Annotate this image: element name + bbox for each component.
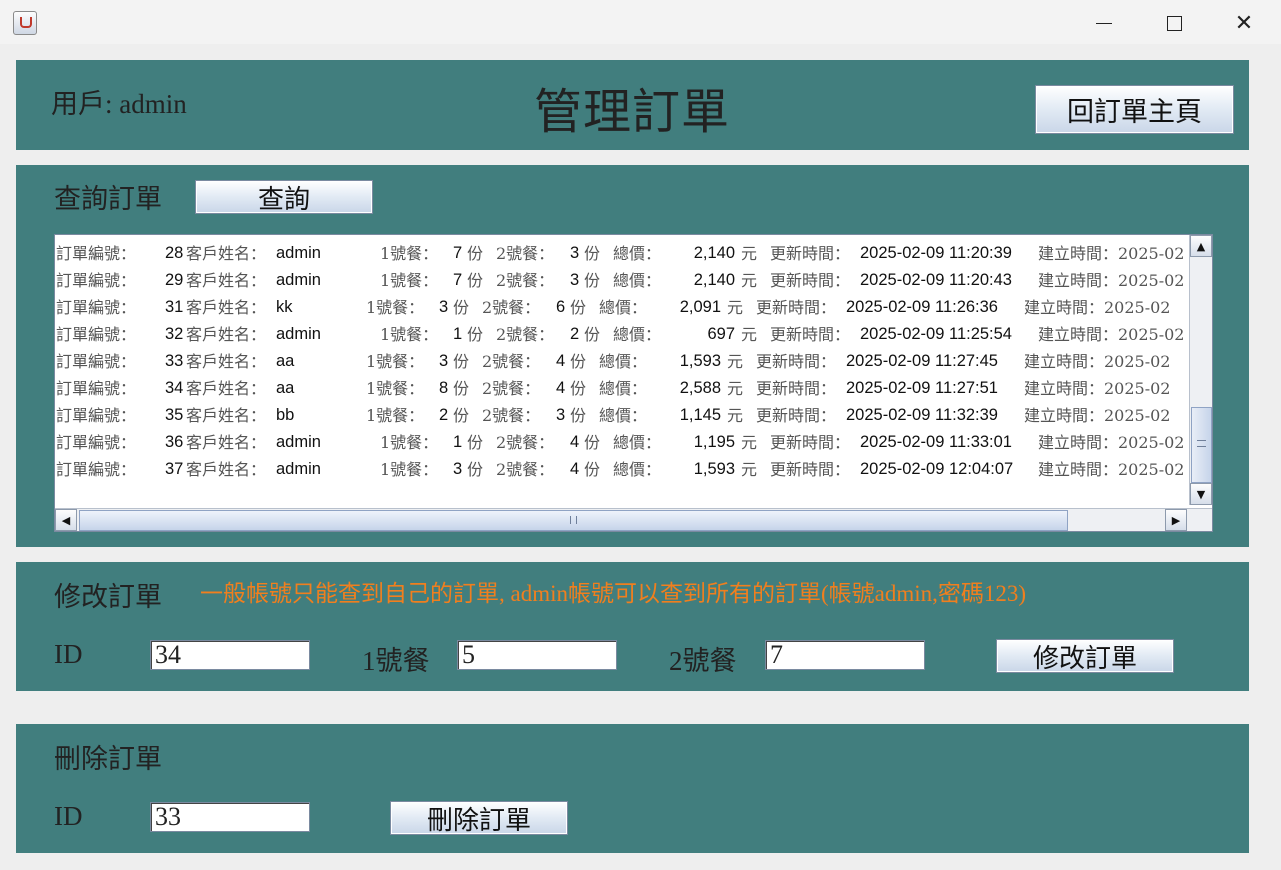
scroll-left-icon[interactable]: ◀ (55, 509, 77, 531)
app-window: ✕ 用戶: admin 管理訂單 回訂單主頁 查詢訂單 查詢 訂單編號： 28 客戶… (0, 0, 1281, 870)
delete-label: 刪除訂單 (54, 744, 162, 774)
notice-text: 一般帳號只能查到自己的訂單, admin帳號可以查到所有的訂單(帳號admin,… (200, 581, 1027, 606)
edit-label: 修改訂單 (54, 582, 162, 612)
order-row: 訂單編號： 34 客戶姓名： aa 1號餐： 8 份 2號餐： 4 份總價： 2,588 元更新時間：… (56, 379, 1171, 398)
query-label: 查詢訂單 (54, 184, 162, 214)
scroll-down-icon[interactable]: ▼ (1190, 483, 1212, 505)
maximize-button[interactable] (1151, 6, 1197, 40)
order-row: 訂單編號： 37 客戶姓名： admin 1號餐： 3 份 2號餐： 4 份總價： 1,593 元更新… (56, 460, 1185, 479)
order-row: 訂單編號： 35 客戶姓名： bb 1號餐： 2 份 2號餐： 3 份總價： 1,145 元更新時間：… (56, 406, 1171, 425)
page-title: 管理訂單 (534, 86, 731, 139)
java-cup-icon[interactable] (13, 11, 37, 35)
order-row: 訂單編號： 28 客戶姓名： admin 1號餐： 7 份 2號餐： 3 份總價： 2,140 元更新… (56, 244, 1185, 263)
order-row: 訂單編號： 29 客戶姓名： admin 1號餐： 7 份 2號餐： 3 份總價： 2,140 元更新… (56, 271, 1185, 290)
user-label: 用戶: admin (51, 89, 187, 119)
vertical-scrollbar[interactable]: ▲ ▼ (1189, 235, 1212, 505)
order-row: 訂單編號： 33 客戶姓名： aa 1號餐： 3 份 2號餐： 4 份總價： 1,593 元更新時間：… (56, 352, 1171, 371)
meal2-label: 2號餐 (669, 646, 737, 676)
edit-order-button[interactable]: 修改訂單 (996, 639, 1174, 673)
minimize-button[interactable] (1081, 6, 1127, 40)
meal1-field[interactable] (457, 640, 617, 670)
order-row: 訂單編號： 31 客戶姓名： kk 1號餐： 3 份 2號餐： 6 份總價： 2,091 元更新時間：… (56, 298, 1171, 317)
delete-id-field[interactable] (150, 802, 310, 832)
delete-order-button[interactable]: 刪除訂單 (390, 801, 568, 835)
close-button[interactable]: ✕ (1221, 6, 1267, 40)
edit-id-label: ID (54, 639, 83, 669)
meal2-field[interactable] (765, 640, 925, 670)
order-row: 訂單編號： 36 客戶姓名： admin 1號餐： 1 份 2號餐： 4 份總價： 1,195 元更新… (56, 433, 1185, 452)
orders-textarea[interactable]: 訂單編號： 28 客戶姓名： admin 1號餐： 7 份 2號餐： 3 份總價： 2,140 元更新… (54, 234, 1213, 532)
horizontal-scrollbar[interactable]: ◀ ▶ (55, 508, 1212, 531)
back-to-main-button[interactable]: 回訂單主頁 (1035, 85, 1234, 134)
order-row: 訂單編號： 32 客戶姓名： admin 1號餐： 1 份 2號餐： 2 份總價： 697 元更新時間… (56, 325, 1185, 344)
scroll-up-icon[interactable]: ▲ (1190, 235, 1212, 257)
scroll-right-icon[interactable]: ▶ (1165, 509, 1187, 531)
meal1-label: 1號餐 (362, 646, 430, 676)
scroll-corner (1190, 509, 1212, 531)
header-panel: 用戶: admin 管理訂單 回訂單主頁 (16, 60, 1249, 150)
horizontal-scroll-thumb[interactable] (79, 510, 1068, 531)
delete-panel: 刪除訂單 ID 刪除訂單 (16, 724, 1249, 853)
close-icon: ✕ (1234, 10, 1254, 36)
maximize-icon (1166, 15, 1182, 31)
edit-id-field[interactable] (150, 640, 310, 670)
query-button[interactable]: 查詢 (195, 180, 373, 214)
query-panel: 查詢訂單 查詢 訂單編號： 28 客戶姓名： admin 1號餐： 7 份 2號餐： 3 份總價：… (16, 165, 1249, 547)
vertical-scroll-thumb[interactable] (1191, 407, 1212, 483)
minimize-icon (1096, 22, 1112, 24)
order-list: 訂單編號： 28 客戶姓名： admin 1號餐： 7 份 2號餐： 3 份總價： 2,140 元更新… (55, 240, 1185, 510)
delete-id-label: ID (54, 801, 83, 831)
title-bar: ✕ (0, 0, 1281, 44)
edit-panel: 修改訂單 一般帳號只能查到自己的訂單, admin帳號可以查到所有的訂單(帳號a… (16, 562, 1249, 691)
